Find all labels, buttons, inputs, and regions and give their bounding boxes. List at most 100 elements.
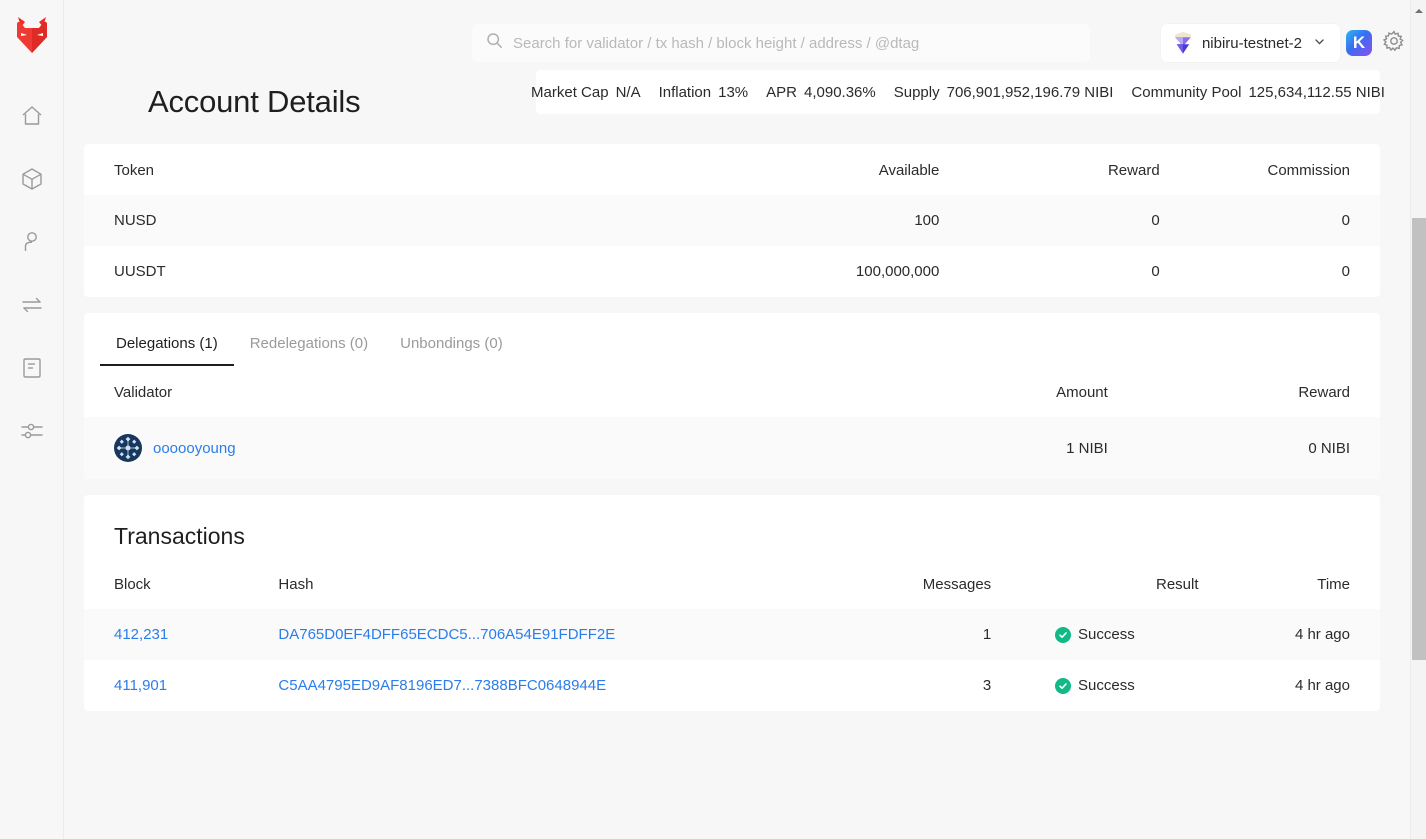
tab-unbondings[interactable]: Unbondings (0) <box>384 325 519 366</box>
tx-hash-link[interactable]: C5AA4795ED9AF8196ED7...7388BFC0648944E <box>278 677 606 694</box>
staking-tabs: Delegations (1) Redelegations (0) Unbond… <box>84 313 1380 366</box>
token-balances-table: Token Available Reward Commission NUSD 1… <box>84 144 1380 297</box>
cell-time: 4 hr ago <box>1199 660 1380 711</box>
cube-icon <box>19 166 45 192</box>
cell-token: NUSD <box>84 195 680 246</box>
col-messages: Messages <box>797 558 991 609</box>
stat-label: Inflation <box>659 84 712 101</box>
fox-head-logo[interactable] <box>10 10 54 60</box>
sidebar-item-validators[interactable] <box>10 220 54 264</box>
tab-redelegations[interactable]: Redelegations (0) <box>234 325 384 366</box>
table-header-row: Validator Amount Reward <box>84 366 1380 417</box>
stat-market-cap: Market Cap N/A <box>531 84 641 101</box>
stat-value: N/A <box>616 84 641 101</box>
success-check-icon <box>1055 627 1071 643</box>
result-label: Success <box>1078 677 1135 694</box>
cell-available: 100,000,000 <box>680 246 939 297</box>
cell-reward: 0 <box>939 195 1159 246</box>
page-title: Account Details <box>148 84 360 120</box>
staking-card: Delegations (1) Redelegations (0) Unbond… <box>84 313 1380 479</box>
keplr-badge-label: K <box>1353 33 1365 53</box>
top-bar: nibiru-testnet-2 K <box>64 0 1426 70</box>
transactions-table: Block Hash Messages Result Time 412,231 <box>84 558 1380 711</box>
stat-label: APR <box>766 84 797 101</box>
cell-commission: 0 <box>1160 195 1380 246</box>
header-row: Account Details Market Cap N/A Inflation… <box>64 70 1426 144</box>
stat-inflation: Inflation 13% <box>659 84 749 101</box>
sidebar-item-blocks[interactable] <box>10 157 54 201</box>
stat-supply: Supply 706,901,952,196.79 NIBI <box>894 84 1114 101</box>
table-row: 411,901 C5AA4795ED9AF8196ED7...7388BFC06… <box>84 660 1380 711</box>
table-header-row: Block Hash Messages Result Time <box>84 558 1380 609</box>
scrollbar-thumb[interactable] <box>1412 218 1426 660</box>
col-block: Block <box>84 558 278 609</box>
tab-delegations[interactable]: Delegations (1) <box>100 325 234 366</box>
home-icon <box>19 103 45 129</box>
success-check-icon <box>1055 678 1071 694</box>
col-result: Result <box>991 558 1198 609</box>
validator-identicon <box>114 434 142 462</box>
stat-apr: APR 4,090.36% <box>766 84 876 101</box>
block-link[interactable]: 412,231 <box>114 626 168 643</box>
stat-value: 13% <box>718 84 748 101</box>
network-label: nibiru-testnet-2 <box>1202 35 1302 52</box>
table-row: UUSDT 100,000,000 0 0 <box>84 246 1380 297</box>
col-amount: Amount <box>836 366 1108 417</box>
page-content: Token Available Reward Commission NUSD 1… <box>64 144 1426 839</box>
col-time: Time <box>1199 558 1380 609</box>
person-icon <box>19 229 45 255</box>
search-icon <box>486 32 513 54</box>
sidebar-item-proposals[interactable] <box>10 346 54 390</box>
network-selector[interactable]: nibiru-testnet-2 <box>1161 24 1340 62</box>
wallet-connect-button[interactable]: K <box>1346 30 1372 56</box>
sidebar-item-parameters[interactable] <box>10 409 54 453</box>
scroll-up-arrow-icon[interactable] <box>1414 3 1424 13</box>
stat-label: Community Pool <box>1131 84 1241 101</box>
col-token: Token <box>84 144 680 195</box>
table-row: oooooyoung 1 NIBI 0 NIBI <box>84 417 1380 479</box>
cell-hash: DA765D0EF4DFF65ECDC5...706A54E91FDFF2E <box>278 609 796 660</box>
cell-available: 100 <box>680 195 939 246</box>
transactions-title: Transactions <box>84 499 1380 558</box>
cell-reward: 0 <box>939 246 1159 297</box>
token-balances-card: Token Available Reward Commission NUSD 1… <box>84 144 1380 297</box>
cell-amount: 1 NIBI <box>836 417 1108 479</box>
cell-messages: 3 <box>797 660 991 711</box>
tx-hash-link[interactable]: DA765D0EF4DFF65ECDC5...706A54E91FDFF2E <box>278 626 615 643</box>
transfer-icon <box>19 292 45 318</box>
table-row: NUSD 100 0 0 <box>84 195 1380 246</box>
delegations-table: Validator Amount Reward <box>84 366 1380 479</box>
col-available: Available <box>680 144 939 195</box>
settings-button[interactable] <box>1380 29 1408 57</box>
stat-community-pool: Community Pool 125,634,112.55 NIBI <box>1131 84 1385 101</box>
col-reward: Reward <box>1108 366 1380 417</box>
stat-value: 4,090.36% <box>804 84 876 101</box>
sidebar <box>0 0 64 839</box>
cell-commission: 0 <box>1160 246 1380 297</box>
col-hash: Hash <box>278 558 796 609</box>
result-label: Success <box>1078 626 1135 643</box>
block-link[interactable]: 411,901 <box>114 677 167 694</box>
search-input[interactable] <box>513 35 1076 52</box>
validator-link[interactable]: oooooyoung <box>153 440 236 457</box>
table-header-row: Token Available Reward Commission <box>84 144 1380 195</box>
cell-validator: oooooyoung <box>84 417 836 479</box>
cell-token: UUSDT <box>84 246 680 297</box>
cell-time: 4 hr ago <box>1199 609 1380 660</box>
main-area: nibiru-testnet-2 K <box>64 0 1426 839</box>
nibiru-logo <box>1173 31 1193 55</box>
stat-label: Supply <box>894 84 940 101</box>
col-reward: Reward <box>939 144 1159 195</box>
cell-reward: 0 NIBI <box>1108 417 1380 479</box>
cell-hash: C5AA4795ED9AF8196ED7...7388BFC0648944E <box>278 660 796 711</box>
search-bar[interactable] <box>472 24 1090 62</box>
sidebar-item-transactions[interactable] <box>10 283 54 327</box>
app-root: nibiru-testnet-2 K <box>0 0 1426 839</box>
sidebar-item-dashboard[interactable] <box>10 94 54 138</box>
chevron-down-icon <box>1313 35 1326 52</box>
table-row: 412,231 DA765D0EF4DFF65ECDC5...706A54E91… <box>84 609 1380 660</box>
stat-label: Market Cap <box>531 84 609 101</box>
page-scrollbar[interactable] <box>1410 0 1426 839</box>
col-validator: Validator <box>84 366 836 417</box>
col-commission: Commission <box>1160 144 1380 195</box>
